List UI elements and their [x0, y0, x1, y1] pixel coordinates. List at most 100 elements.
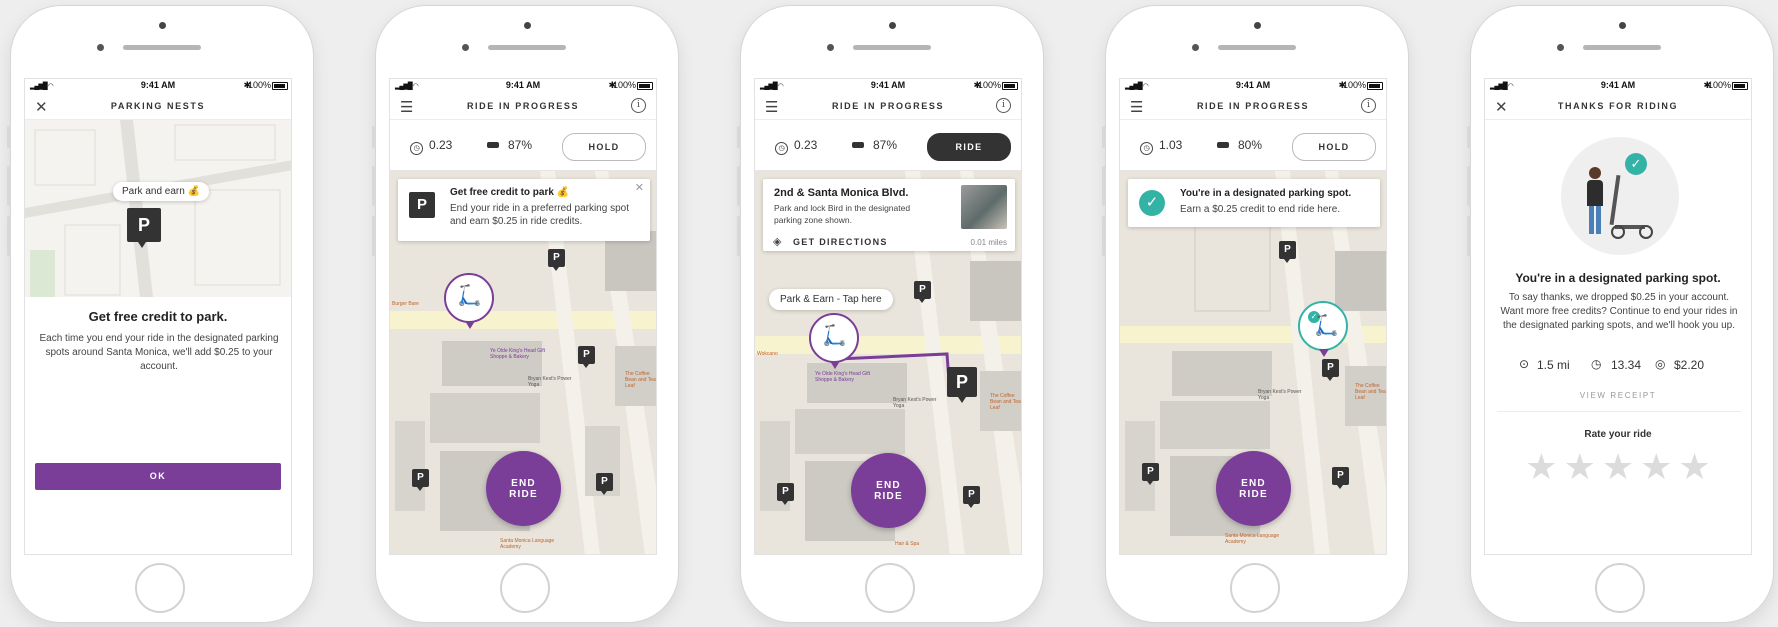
distance-text: 0.01 miles	[970, 238, 1007, 247]
battery-icon	[637, 82, 653, 90]
person-figure	[1589, 167, 1601, 179]
map-label: Burger Bare	[392, 301, 419, 307]
parking-confirm-banner[interactable]: ✓ You're in a designated parking spot. E…	[1128, 179, 1380, 227]
parking-photo[interactable]	[961, 185, 1007, 229]
scooter-marker-parked[interactable]: ✓ 🛴	[1298, 301, 1348, 357]
parking-pin[interactable]: P	[914, 281, 931, 303]
view-receipt-link[interactable]: VIEW RECEIPT	[1485, 391, 1751, 400]
status-bar: ▂▄▆█ ◠ 9:41 AM ✱ 100%	[1120, 79, 1386, 93]
end-ride-button[interactable]: END RIDE	[851, 453, 926, 528]
map-label: The Coffee Bean and Tea Leaf	[990, 393, 1021, 411]
home-button[interactable]	[1595, 563, 1645, 613]
destination-pin[interactable]: P	[947, 367, 977, 403]
parking-pin[interactable]: P	[578, 346, 595, 368]
parking-pin[interactable]: P	[777, 483, 794, 505]
info-icon[interactable]: i	[1361, 98, 1376, 113]
phone-1: ▂▄▆█ ◠ 9:41 AM ✱ 100% ✕ PARKING NESTS Par…	[7, 6, 313, 622]
status-bar: ▂▄▆█ ◠ 9:41 AM ✱ 100%	[1485, 79, 1751, 93]
parking-pin[interactable]: P	[1322, 359, 1339, 381]
scooter-battery: 87%	[487, 138, 532, 152]
parking-pin[interactable]: P	[412, 469, 429, 491]
ride-stats-bar: ◷ 0.23 87% RIDE	[755, 120, 1021, 171]
parking-pin[interactable]: P	[1279, 241, 1296, 263]
parking-pin[interactable]: P	[596, 473, 613, 495]
location-pin-icon: ⊙	[1519, 357, 1530, 371]
coins-icon: ◎	[1655, 357, 1666, 371]
home-button[interactable]	[865, 563, 915, 613]
battery-icon	[1732, 82, 1748, 90]
clock-icon: ◷	[1140, 142, 1153, 155]
thanks-heading: You're in a designated parking spot.	[1515, 271, 1721, 285]
hold-button[interactable]: HOLD	[1292, 133, 1376, 161]
page-title: RIDE IN PROGRESS	[831, 101, 945, 111]
end-ride-button[interactable]: END RIDE	[1216, 451, 1291, 526]
card-body: Park and lock Bird in the designated par…	[774, 203, 911, 225]
page-title: THANKS FOR RIDING	[1557, 101, 1679, 111]
ride-duration: 13.34	[1611, 358, 1642, 372]
page-title: PARKING NESTS	[110, 101, 206, 111]
parking-spot-card[interactable]: 2nd & Santa Monica Blvd. Park and lock B…	[763, 179, 1015, 251]
map-label: Hair & Spa	[895, 541, 920, 547]
map-label: Ye Olde King's Head Gift Shoppe & Bakery	[815, 371, 870, 383]
parking-pin[interactable]: P	[963, 486, 980, 508]
end-ride-button[interactable]: END RIDE	[486, 451, 561, 526]
map-view[interactable]: Bryan Kest's Power Yoga The Coffee Bean …	[1120, 171, 1386, 554]
clock-icon: ◷	[1591, 357, 1602, 371]
battery-level-icon	[852, 142, 864, 148]
parking-pin[interactable]: P	[127, 208, 161, 248]
page-title: RIDE IN PROGRESS	[1196, 101, 1310, 111]
status-bar: ▂▄▆█ ◠ 9:41 AM ✱ 100%	[390, 79, 656, 93]
phone-5: ▂▄▆█ ◠ 9:41 AM ✱ 100% ✕ THANKS FOR RIDING…	[1467, 6, 1773, 622]
star-icon[interactable]: ★	[1602, 449, 1634, 485]
parking-pin[interactable]: P	[1332, 467, 1349, 489]
ride-time: ◷ 0.23	[775, 138, 817, 155]
home-button[interactable]	[135, 563, 185, 613]
map-label: Bryan Kest's Power Yoga	[1258, 389, 1302, 401]
star-icon[interactable]: ★	[1564, 449, 1596, 485]
ok-button[interactable]: OK	[35, 463, 281, 490]
map-view[interactable]: Ye Olde King's Head Gift Shoppe & Bakery…	[390, 171, 656, 554]
ride-button[interactable]: RIDE	[927, 133, 1011, 161]
hold-button[interactable]: HOLD	[562, 133, 646, 161]
info-icon[interactable]: i	[996, 98, 1011, 113]
info-heading: Get free credit to park.	[88, 309, 228, 324]
ride-distance: 1.5 mi	[1537, 358, 1570, 372]
card-title: 2nd & Santa Monica Blvd.	[774, 187, 909, 199]
ride-stats-bar: ◷ 0.23 87% HOLD	[390, 120, 656, 171]
get-directions-link[interactable]: GET DIRECTIONS	[793, 237, 888, 247]
phone-3: ▂▄▆█ ◠ 9:41 AM ✱ 100% ☰ RIDE IN PROGRESS …	[737, 6, 1043, 622]
star-icon[interactable]: ★	[1640, 449, 1672, 485]
map-label: The Coffee Bean and Tea Leaf	[625, 371, 656, 389]
scooter-icon: 🛴	[1314, 315, 1339, 337]
screen-thanks: ▂▄▆█ ◠ 9:41 AM ✱ 100% ✕ THANKS FOR RIDING…	[1484, 78, 1752, 555]
battery-icon	[1002, 82, 1018, 90]
info-body: Each time you end your ride in the desig…	[39, 333, 279, 372]
star-icon[interactable]: ★	[1525, 449, 1557, 485]
map-view[interactable]: Park and earn 💰 P	[25, 120, 291, 297]
credit-banner[interactable]: P Get free credit to park 💰 End your rid…	[398, 179, 650, 241]
scooter-marker[interactable]: 🛴	[809, 313, 859, 369]
home-button[interactable]	[500, 563, 550, 613]
rating-stars: ★ ★ ★ ★ ★	[1485, 449, 1751, 485]
scooter-marker[interactable]: 🛴	[444, 273, 494, 329]
home-button[interactable]	[1230, 563, 1280, 613]
banner-body: Earn a $0.25 credit to end ride here.	[1180, 204, 1341, 215]
status-bar: ▂▄▆█ ◠ 9:41 AM ✱ 100%	[25, 79, 291, 93]
park-earn-tooltip[interactable]: Park & Earn - Tap here	[769, 289, 893, 310]
scooter-icon: 🛴	[822, 325, 847, 347]
banner-title: You're in a designated parking spot.	[1180, 188, 1352, 199]
screen-parking-nests: ▂▄▆█ ◠ 9:41 AM ✱ 100% ✕ PARKING NESTS Par…	[24, 78, 292, 555]
close-icon[interactable]: ✕	[635, 181, 644, 194]
battery-level-icon	[1217, 142, 1229, 148]
park-and-earn-tooltip: Park and earn 💰	[113, 182, 210, 201]
info-icon[interactable]: i	[631, 98, 646, 113]
banner-body: End your ride in a preferred parking spo…	[450, 203, 629, 227]
battery-level-icon	[487, 142, 499, 148]
parking-pin[interactable]: P	[1142, 463, 1159, 485]
nav-bar: ✕ THANKS FOR RIDING	[1485, 93, 1751, 120]
nav-bar: ☰ RIDE IN PROGRESS i	[1120, 93, 1386, 120]
map-view[interactable]: Ye Olde King's Head Gift Shoppe & Bakery…	[755, 171, 1021, 554]
parking-pin[interactable]: P	[548, 249, 565, 271]
page-title: RIDE IN PROGRESS	[466, 101, 580, 111]
star-icon[interactable]: ★	[1678, 449, 1710, 485]
